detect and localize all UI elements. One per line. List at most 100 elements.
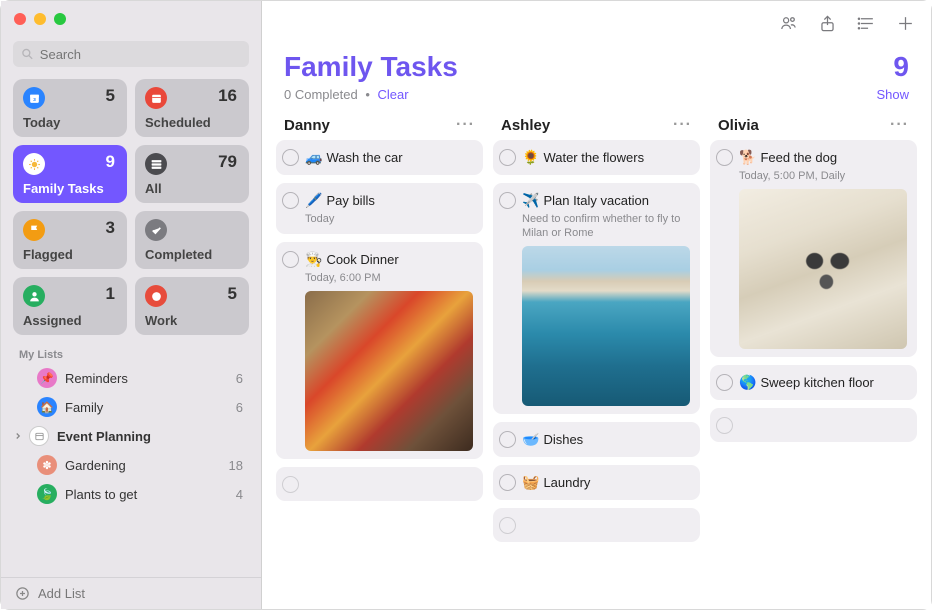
reminder-emoji-icon: ✈️ <box>522 191 539 210</box>
reminder-radio[interactable] <box>499 517 516 534</box>
view-options-icon[interactable] <box>857 14 876 33</box>
smart-list-scheduled[interactable]: 16Scheduled <box>135 79 249 137</box>
list-label: Family <box>65 400 103 415</box>
smart-list-today[interactable]: 35Today <box>13 79 127 137</box>
reminder-card[interactable]: 🌻Water the flowers <box>493 140 700 175</box>
sidebar: 35Today16Scheduled9Family Tasks79All3Fla… <box>1 1 262 609</box>
assigned-icon <box>23 285 45 307</box>
close-window-button[interactable] <box>14 13 26 25</box>
column-ashley: Ashley ··· 🌻Water the flowers ✈️Plan Italy … <box>493 112 700 595</box>
reminder-title: 🌎Sweep kitchen floor <box>739 373 874 392</box>
reminder-radio[interactable] <box>282 251 299 268</box>
reminder-attachment-image[interactable] <box>739 189 907 349</box>
smart-list-family-tasks[interactable]: 9Family Tasks <box>13 145 127 203</box>
smart-list-count: 16 <box>218 86 237 106</box>
search-icon <box>21 47 34 61</box>
smart-list-label: Completed <box>145 247 212 262</box>
clear-completed-button[interactable]: Clear <box>378 87 409 102</box>
reminder-subtitle: Today, 6:00 PM <box>305 271 473 285</box>
new-reminder-placeholder[interactable] <box>276 467 483 501</box>
reminder-emoji-icon: 🧺 <box>522 473 539 492</box>
list-icon: ✽ <box>37 455 57 475</box>
chevron-right-icon <box>13 431 23 441</box>
reminder-radio[interactable] <box>282 476 299 493</box>
list-icon: 📌 <box>37 368 57 388</box>
new-reminder-placeholder[interactable] <box>710 408 917 442</box>
reminder-card[interactable]: 🧺Laundry <box>493 465 700 500</box>
reminder-emoji-icon: 🥣 <box>522 430 539 449</box>
new-reminder-placeholder[interactable] <box>493 508 700 542</box>
search-field[interactable] <box>13 41 249 67</box>
column-title: Olivia <box>718 117 759 134</box>
show-completed-button[interactable]: Show <box>876 87 909 102</box>
reminder-radio[interactable] <box>499 149 516 166</box>
column-title: Danny <box>284 117 330 134</box>
reminder-radio[interactable] <box>499 192 516 209</box>
smart-list-label: Today <box>23 115 60 130</box>
main-content: Family Tasks 9 0 Completed • Clear Show … <box>262 1 931 609</box>
reminder-radio[interactable] <box>499 431 516 448</box>
add-list-button[interactable]: Add List <box>1 577 261 609</box>
add-reminder-icon[interactable] <box>896 14 915 33</box>
column-header: Ashley ··· <box>493 112 700 140</box>
column-danny: Danny ··· 🚙Wash the car 🖊️Pay billsToday 👨‍🍳… <box>276 112 483 595</box>
reminder-attachment-image[interactable] <box>305 291 473 451</box>
completed-count-label: 0 Completed <box>284 87 358 102</box>
collaborate-icon[interactable] <box>779 14 798 33</box>
smart-list-count: 5 <box>228 284 237 304</box>
smart-list-count: 1 <box>106 284 115 304</box>
column-menu-button[interactable]: ··· <box>890 116 909 134</box>
list-row-plants[interactable]: 🍃Plants to get4 <box>7 480 255 508</box>
minimize-window-button[interactable] <box>34 13 46 25</box>
list-row-event-planning[interactable]: Event Planning <box>7 422 255 450</box>
maximize-window-button[interactable] <box>54 13 66 25</box>
list-count: 18 <box>229 458 243 473</box>
reminder-card[interactable]: 🖊️Pay billsToday <box>276 183 483 234</box>
my-lists-header: My Lists <box>1 341 261 363</box>
smart-list-assigned[interactable]: 1Assigned <box>13 277 127 335</box>
reminder-title: 👨‍🍳Cook Dinner <box>305 250 399 269</box>
column-menu-button[interactable]: ··· <box>673 116 692 134</box>
reminder-card[interactable]: 🚙Wash the car <box>276 140 483 175</box>
reminder-card[interactable]: 🌎Sweep kitchen floor <box>710 365 917 400</box>
reminder-radio[interactable] <box>499 474 516 491</box>
list-row-family[interactable]: 🏠Family6 <box>7 393 255 421</box>
reminder-card[interactable]: 🥣Dishes <box>493 422 700 457</box>
column-title: Ashley <box>501 117 550 134</box>
reminder-title: 🖊️Pay bills <box>305 191 375 210</box>
list-row-gardening[interactable]: ✽ Gardening 18 <box>7 451 255 479</box>
list-icon: 🏠 <box>37 397 57 417</box>
search-input[interactable] <box>40 47 241 62</box>
smart-list-flagged[interactable]: 3Flagged <box>13 211 127 269</box>
plus-circle-icon <box>15 586 30 601</box>
smart-list-completed[interactable]: Completed <box>135 211 249 269</box>
reminder-card[interactable]: ✈️Plan Italy vacationNeed to confirm whe… <box>493 183 700 414</box>
reminder-emoji-icon: 🌎 <box>739 373 756 392</box>
reminder-emoji-icon: 🖊️ <box>305 191 322 210</box>
add-list-label: Add List <box>38 586 85 601</box>
reminder-card[interactable]: 👨‍🍳Cook Dinner Today, 6:00 PM <box>276 242 483 459</box>
reminder-radio[interactable] <box>716 417 733 434</box>
reminder-attachment-image[interactable] <box>522 246 690 406</box>
list-count: 4 <box>236 487 243 502</box>
reminder-radio[interactable] <box>282 192 299 209</box>
smart-list-all[interactable]: 79All <box>135 145 249 203</box>
reminder-title: 🌻Water the flowers <box>522 148 644 167</box>
share-icon[interactable] <box>818 14 837 33</box>
smart-list-label: All <box>145 181 162 196</box>
reminder-radio[interactable] <box>716 149 733 166</box>
list-label: Gardening <box>65 458 126 473</box>
list-count: 6 <box>236 371 243 386</box>
smart-list-work[interactable]: 5Work <box>135 277 249 335</box>
family-tasks-icon <box>23 153 45 175</box>
scheduled-icon <box>145 87 167 109</box>
reminder-emoji-icon: 🌻 <box>522 148 539 167</box>
reminder-radio[interactable] <box>282 149 299 166</box>
kanban-columns: Danny ··· 🚙Wash the car 🖊️Pay billsToday 👨‍🍳… <box>262 112 931 609</box>
reminder-subtitle: Today, 5:00 PM, Daily <box>739 169 907 183</box>
reminder-radio[interactable] <box>716 374 733 391</box>
column-menu-button[interactable]: ··· <box>456 116 475 134</box>
list-row-reminders[interactable]: 📌Reminders6 <box>7 364 255 392</box>
reminder-title: ✈️Plan Italy vacation <box>522 191 649 210</box>
reminder-card[interactable]: 🐕Feed the dogToday, 5:00 PM, Daily <box>710 140 917 357</box>
